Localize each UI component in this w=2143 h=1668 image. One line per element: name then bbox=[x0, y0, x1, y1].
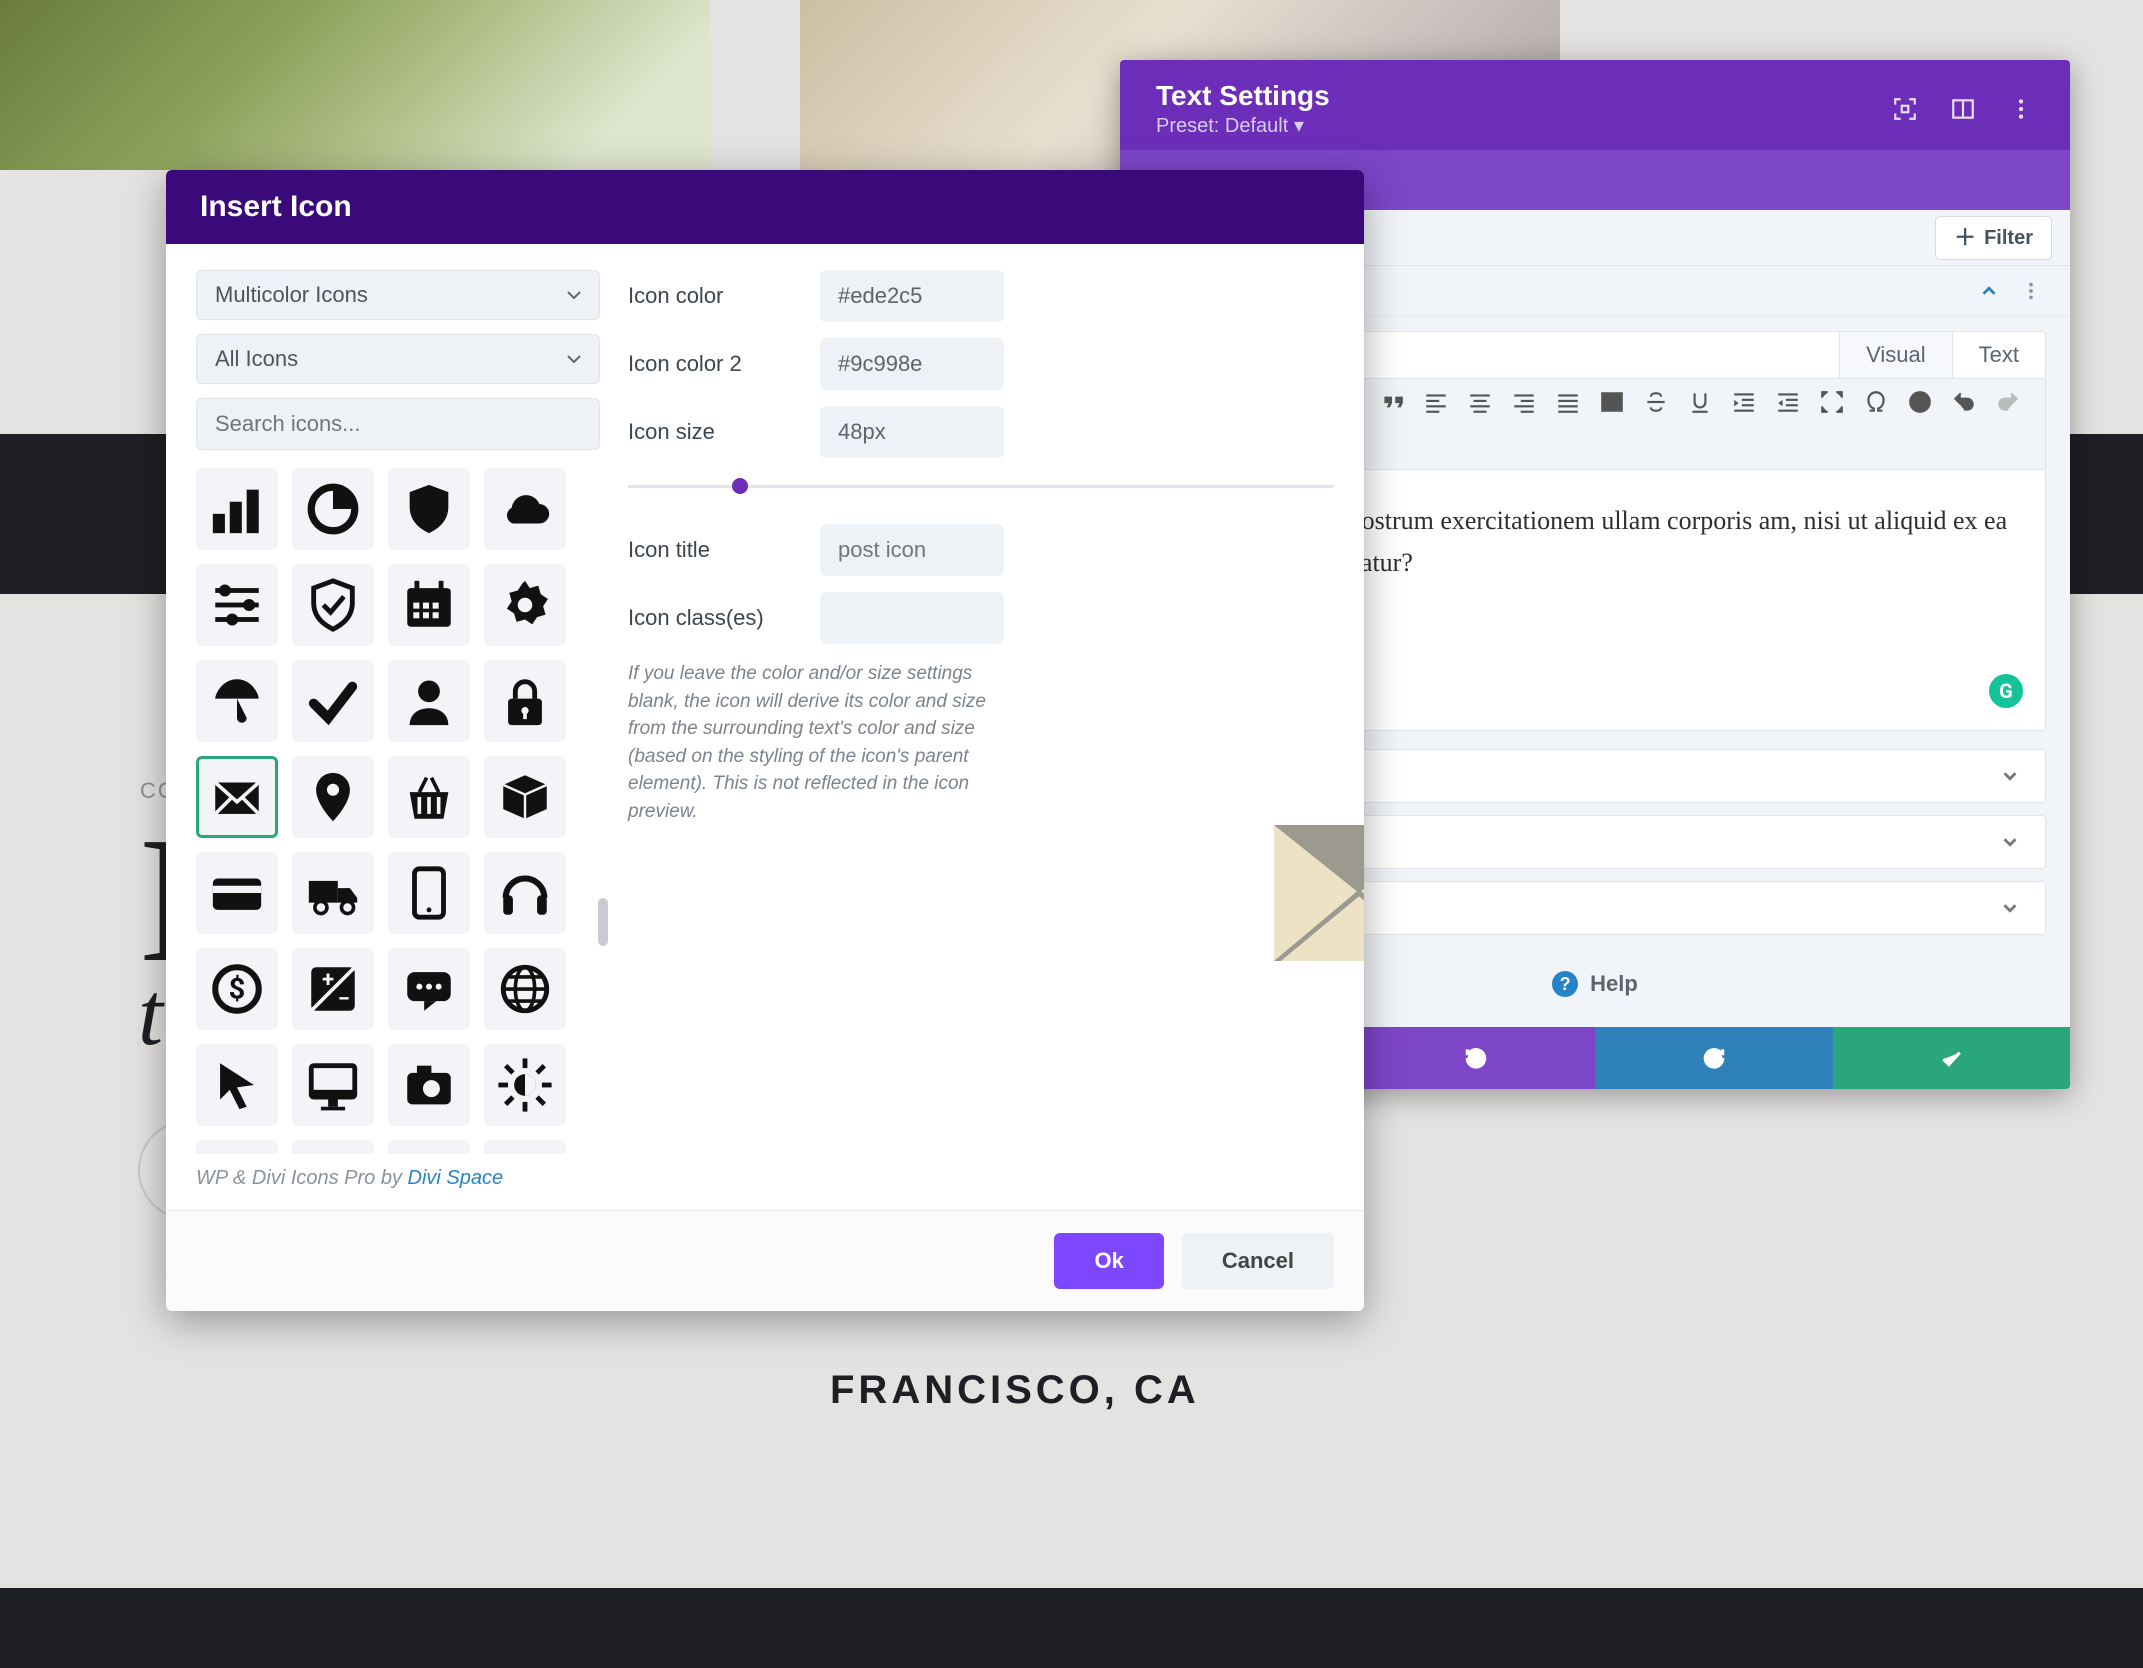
icon-size-slider-thumb[interactable] bbox=[732, 478, 748, 494]
editor-tab-visual[interactable]: Visual bbox=[1839, 332, 1952, 378]
modal-credit: WP & Divi Icons Pro by Divi Space bbox=[166, 1162, 1364, 1210]
icon-credit-card[interactable] bbox=[196, 852, 278, 934]
icon-cursor[interactable] bbox=[196, 1044, 278, 1126]
icon-color2-label: Icon color 2 bbox=[628, 353, 798, 375]
icon-color-label: Icon color bbox=[628, 285, 798, 307]
hero-image-left bbox=[0, 0, 710, 170]
icon-grid-scrollbar-thumb[interactable] bbox=[598, 898, 608, 946]
icon-lock[interactable] bbox=[484, 660, 566, 742]
icon-class-input[interactable] bbox=[820, 592, 1004, 644]
help-label: Help bbox=[1590, 973, 1638, 995]
icon-basket[interactable] bbox=[388, 756, 470, 838]
icon-title-label: Icon title bbox=[628, 539, 798, 561]
icon-category-select[interactable]: All Icons bbox=[196, 334, 600, 384]
filter-button[interactable]: ＋ Filter bbox=[1935, 216, 2052, 260]
icon-shield[interactable] bbox=[388, 468, 470, 550]
icon-title-input[interactable] bbox=[820, 524, 1004, 576]
icon-camera[interactable] bbox=[388, 1044, 470, 1126]
icon-monitor[interactable] bbox=[292, 1044, 374, 1126]
icon-pie-chart[interactable] bbox=[292, 468, 374, 550]
icon-usb[interactable] bbox=[388, 1140, 470, 1154]
underline-icon[interactable] bbox=[1687, 389, 1713, 415]
bg-italic: t bbox=[138, 970, 163, 1060]
align-right-icon[interactable] bbox=[1511, 389, 1537, 415]
icon-calendar[interactable] bbox=[388, 564, 470, 646]
icon-help-text: If you leave the color and/or size setti… bbox=[628, 660, 988, 825]
dark-band-bottom bbox=[0, 1588, 2143, 1668]
chevron-down-icon bbox=[1999, 897, 2021, 919]
icon-dollar-circle[interactable] bbox=[196, 948, 278, 1030]
ok-button[interactable]: Ok bbox=[1054, 1233, 1163, 1289]
icon-size-label: Icon size bbox=[628, 421, 798, 443]
icon-shield-check[interactable] bbox=[292, 564, 374, 646]
credit-link[interactable]: Divi Space bbox=[408, 1167, 504, 1189]
icon-radio[interactable] bbox=[196, 1140, 278, 1154]
icon-bar-chart[interactable] bbox=[196, 468, 278, 550]
emoji-icon[interactable] bbox=[1907, 389, 1933, 415]
icon-user[interactable] bbox=[388, 660, 470, 742]
icon-grid bbox=[196, 464, 600, 1154]
table-icon[interactable] bbox=[1599, 389, 1625, 415]
icon-cloud[interactable] bbox=[484, 468, 566, 550]
icon-chat[interactable] bbox=[388, 948, 470, 1030]
icon-map-pin[interactable] bbox=[292, 756, 374, 838]
quote-icon[interactable] bbox=[1379, 389, 1405, 415]
filter-button-label: Filter bbox=[1984, 228, 2033, 248]
align-center-icon[interactable] bbox=[1467, 389, 1493, 415]
icon-umbrella[interactable] bbox=[196, 660, 278, 742]
indent-right-icon[interactable] bbox=[1775, 389, 1801, 415]
focus-icon[interactable] bbox=[1892, 96, 1918, 122]
footer-redo-button[interactable] bbox=[1595, 1027, 1833, 1089]
icon-package[interactable] bbox=[484, 756, 566, 838]
editor-tab-text[interactable]: Text bbox=[1952, 332, 2045, 378]
strikethrough-icon[interactable] bbox=[1643, 389, 1669, 415]
footer-undo-button[interactable] bbox=[1358, 1027, 1596, 1089]
columns-icon[interactable] bbox=[1950, 96, 1976, 122]
indent-left-icon[interactable] bbox=[1731, 389, 1757, 415]
icon-plus-minus[interactable] bbox=[292, 948, 374, 1030]
icon-tablet[interactable] bbox=[388, 852, 470, 934]
icon-color-input[interactable] bbox=[820, 270, 1004, 322]
grammarly-badge[interactable]: G bbox=[1989, 674, 2023, 708]
icon-mail[interactable] bbox=[196, 756, 278, 838]
align-justify-icon[interactable] bbox=[1555, 389, 1581, 415]
insert-icon-modal: Insert Icon Multicolor Icons All Icons I… bbox=[166, 170, 1364, 1311]
icon-checkmark[interactable] bbox=[292, 660, 374, 742]
icon-gear[interactable] bbox=[484, 564, 566, 646]
icon-truck[interactable] bbox=[292, 852, 374, 934]
icon-globe[interactable] bbox=[484, 948, 566, 1030]
panel-header: Text Settings Preset: Default ▾ bbox=[1120, 60, 2070, 150]
icon-sun[interactable] bbox=[484, 1044, 566, 1126]
icon-sliders[interactable] bbox=[196, 564, 278, 646]
align-left-icon[interactable] bbox=[1423, 389, 1449, 415]
omega-icon[interactable] bbox=[1863, 389, 1889, 415]
icon-style-select[interactable]: Multicolor Icons bbox=[196, 270, 600, 320]
more-icon[interactable] bbox=[2008, 96, 2034, 122]
panel-title: Text Settings bbox=[1156, 82, 1330, 110]
modal-title: Insert Icon bbox=[166, 170, 1364, 244]
icon-flash[interactable] bbox=[292, 1140, 374, 1154]
panel-subtitle[interactable]: Preset: Default ▾ bbox=[1156, 116, 1330, 136]
icon-color2-input[interactable] bbox=[820, 338, 1004, 390]
icon-class-label: Icon class(es) bbox=[628, 607, 798, 629]
bg-location-text: FRANCISCO, CA bbox=[830, 1370, 1200, 1410]
help-icon: ? bbox=[1552, 971, 1578, 997]
icon-search-input[interactable] bbox=[196, 398, 600, 450]
chevron-up-icon[interactable] bbox=[1978, 280, 2000, 302]
icon-preview bbox=[1274, 808, 1364, 978]
icon-eye[interactable] bbox=[484, 1140, 566, 1154]
fullscreen-icon[interactable] bbox=[1819, 389, 1845, 415]
chevron-down-icon bbox=[1999, 765, 2021, 787]
row-more-icon[interactable] bbox=[2020, 280, 2042, 302]
undo-icon[interactable] bbox=[1951, 389, 1977, 415]
icon-headphones[interactable] bbox=[484, 852, 566, 934]
redo-icon[interactable] bbox=[1995, 389, 2021, 415]
footer-save-button[interactable] bbox=[1833, 1027, 2071, 1089]
cancel-button[interactable]: Cancel bbox=[1182, 1233, 1334, 1289]
chevron-down-icon bbox=[1999, 831, 2021, 853]
icon-size-input[interactable] bbox=[820, 406, 1004, 458]
